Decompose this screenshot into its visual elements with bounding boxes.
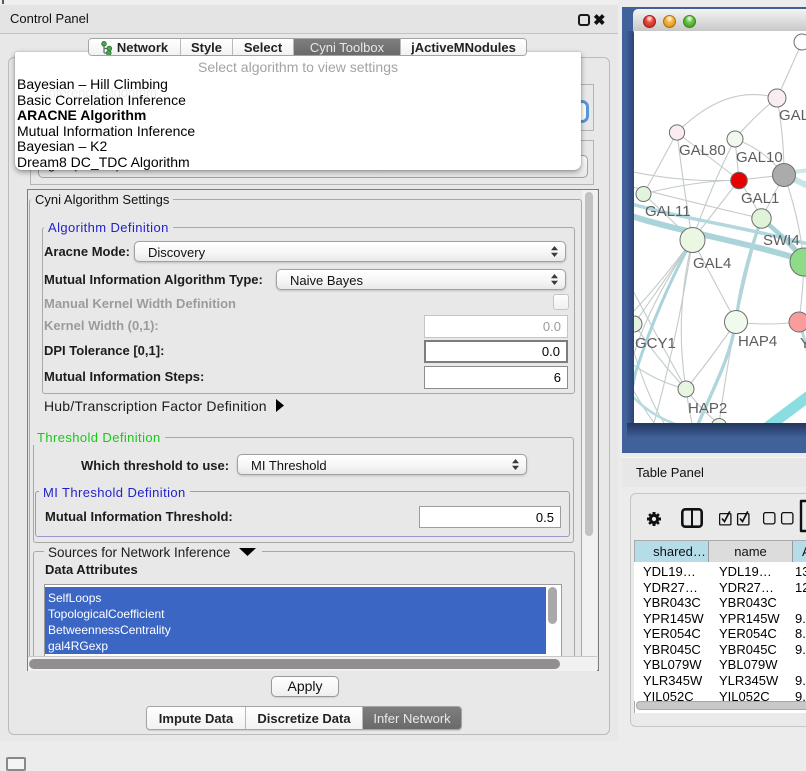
svg-text:GAL11: GAL11 — [645, 203, 691, 220]
svg-text:GAL7: GAL7 — [779, 107, 806, 124]
svg-text:SWI4: SWI4 — [763, 232, 800, 249]
svg-text:GAL10: GAL10 — [736, 149, 783, 166]
svg-text:GAL80: GAL80 — [679, 142, 726, 159]
svg-text:GCY1: GCY1 — [635, 335, 676, 352]
svg-text:GAL4: GAL4 — [693, 255, 731, 272]
svg-text:HAP2: HAP2 — [688, 400, 727, 417]
svg-text:Y: Y — [800, 335, 806, 352]
svg-text:GAL1: GAL1 — [741, 190, 779, 207]
svg-text:HAP4: HAP4 — [738, 333, 777, 350]
